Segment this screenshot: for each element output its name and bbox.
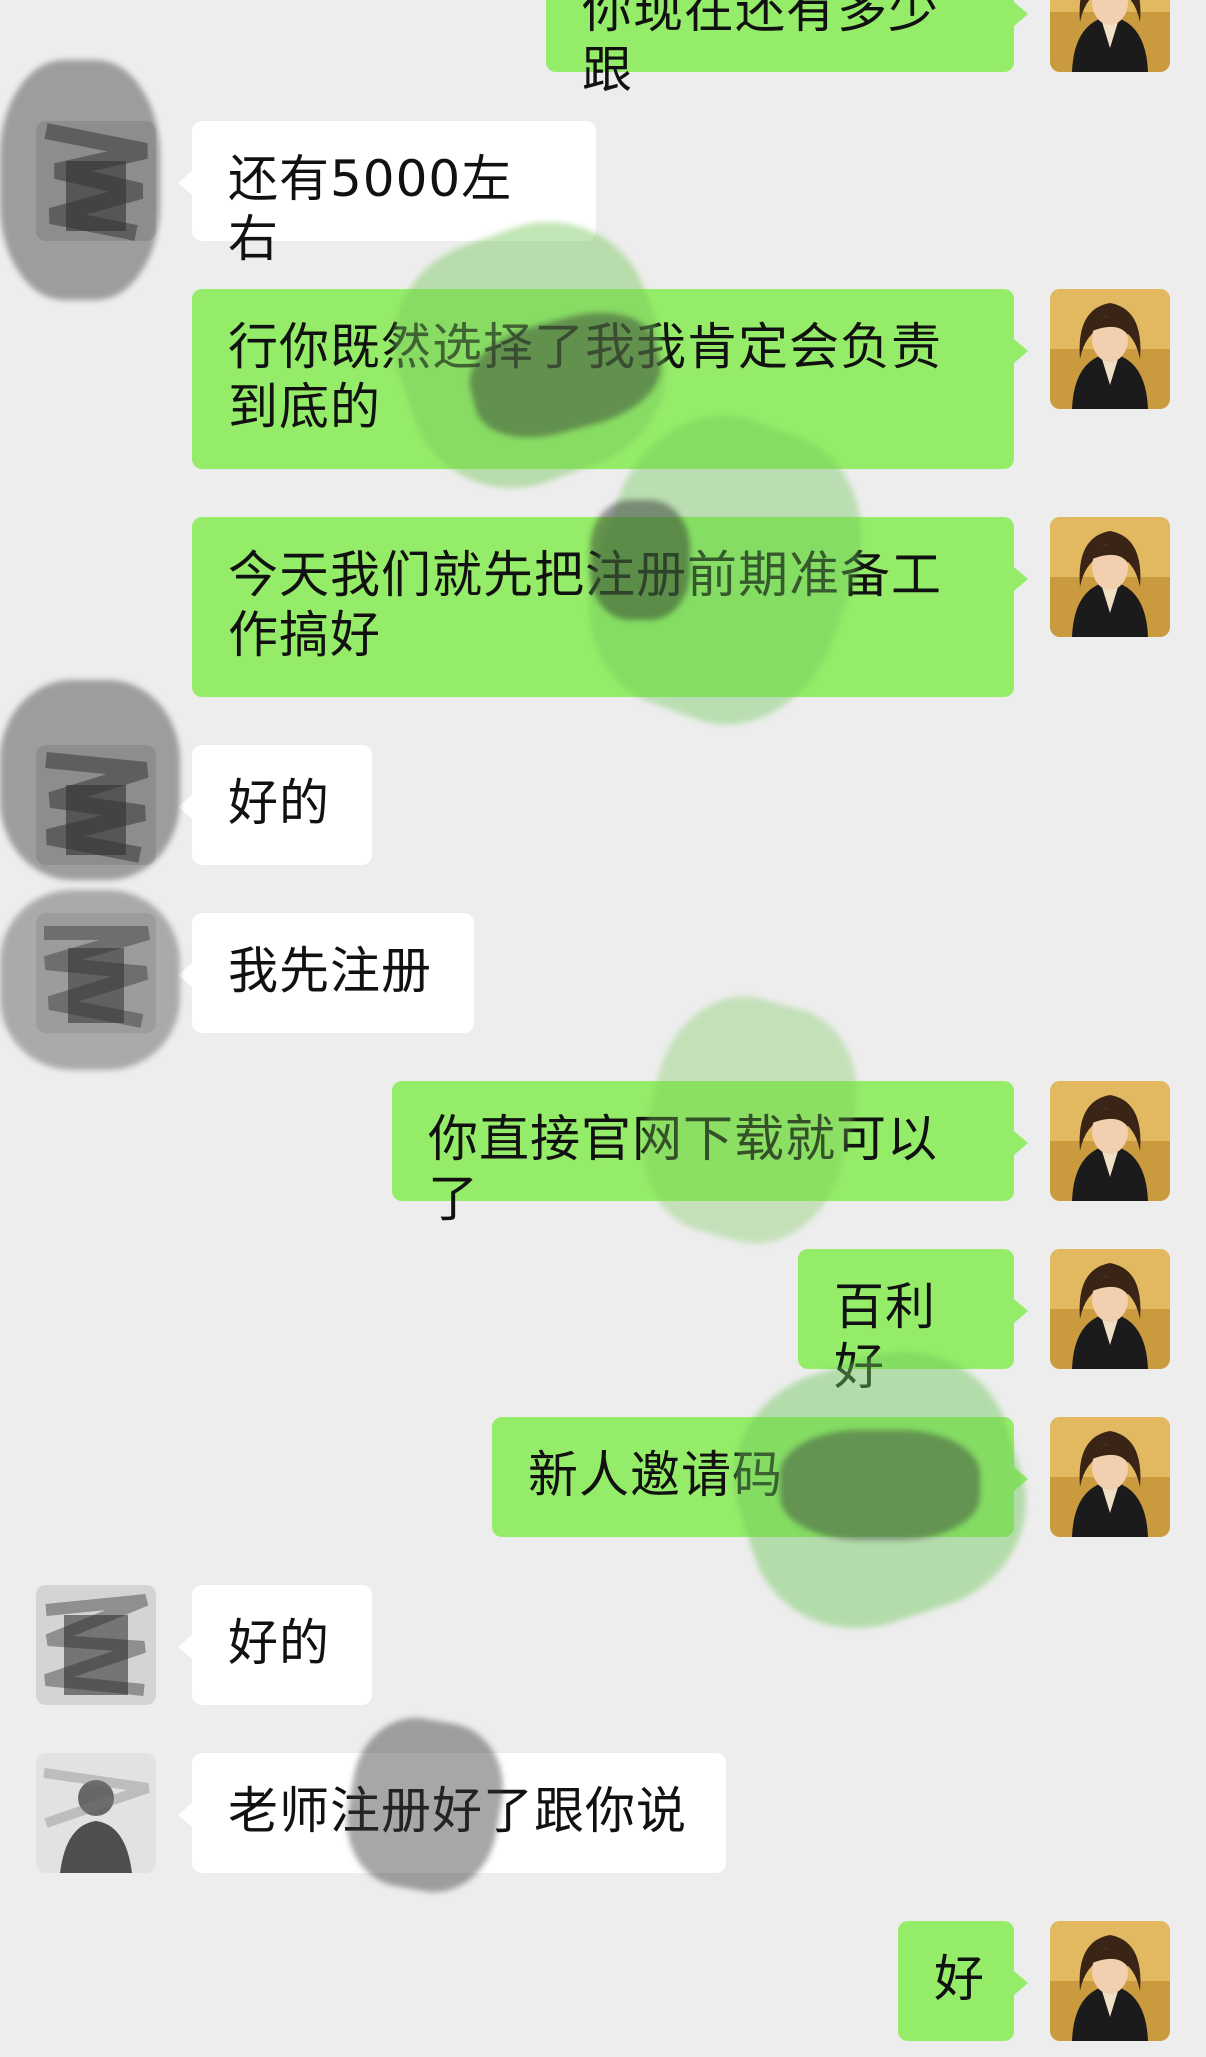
message-bubble-incoming[interactable]: 好的 <box>178 745 372 865</box>
message-text: 还有5000左右 <box>228 150 513 268</box>
message-text: 好的 <box>228 774 330 832</box>
woman-portrait-avatar[interactable] <box>1050 1921 1170 2041</box>
chat-message-list: 你现在还有多少跟 还有5000左右 行你既然选择了我我肯定会负责到底的 今天我们… <box>0 0 1206 2057</box>
message-bubble-incoming[interactable]: 好的 <box>178 1585 372 1705</box>
message-bubble-outgoing[interactable]: 你直接官网下载就可以了 <box>392 1081 1028 1228</box>
woman-portrait-avatar[interactable] <box>1050 517 1170 637</box>
redacted-avatar[interactable] <box>36 745 156 865</box>
message-text: 今天我们就先把注册前期准备工作搞好 <box>228 546 942 664</box>
message-text: 百利好 <box>834 1278 936 1396</box>
message-bubble-outgoing[interactable]: 今天我们就先把注册前期准备工作搞好 <box>192 517 1028 697</box>
message-text: 好的 <box>228 1614 330 1672</box>
message-bubble-incoming[interactable]: 我先注册 <box>178 913 474 1033</box>
message-bubble-outgoing[interactable]: 新人邀请码 <box>492 1417 1028 1537</box>
message-bubble-outgoing[interactable]: 百利好 <box>798 1249 1028 1396</box>
message-bubble-outgoing[interactable]: 行你既然选择了我我肯定会负责到底的 <box>192 289 1028 469</box>
woman-portrait-avatar[interactable] <box>1050 0 1170 72</box>
message-text: 我先注册 <box>228 942 432 1000</box>
redacted-avatar[interactable] <box>36 1753 156 1873</box>
message-bubble-outgoing[interactable]: 好 <box>898 1921 1028 2041</box>
woman-portrait-avatar[interactable] <box>1050 289 1170 409</box>
message-text: 你直接官网下载就可以了 <box>428 1110 938 1228</box>
woman-portrait-avatar[interactable] <box>1050 1249 1170 1369</box>
woman-portrait-avatar[interactable] <box>1050 1081 1170 1201</box>
message-text: 新人邀请码 <box>528 1446 783 1504</box>
redacted-avatar[interactable] <box>36 913 156 1033</box>
message-text: 老师注册好了跟你说 <box>228 1782 687 1840</box>
redacted-avatar[interactable] <box>36 121 156 241</box>
message-bubble-incoming[interactable]: 还有5000左右 <box>178 121 596 268</box>
message-text: 好 <box>934 1950 985 2008</box>
woman-portrait-avatar[interactable] <box>1050 1417 1170 1537</box>
message-bubble-outgoing[interactable]: 你现在还有多少跟 <box>546 0 1028 99</box>
message-text: 你现在还有多少跟 <box>582 0 939 99</box>
message-bubble-incoming[interactable]: 老师注册好了跟你说 <box>178 1753 726 1873</box>
redacted-avatar[interactable] <box>36 1585 156 1705</box>
message-text: 行你既然选择了我我肯定会负责到底的 <box>228 318 942 436</box>
